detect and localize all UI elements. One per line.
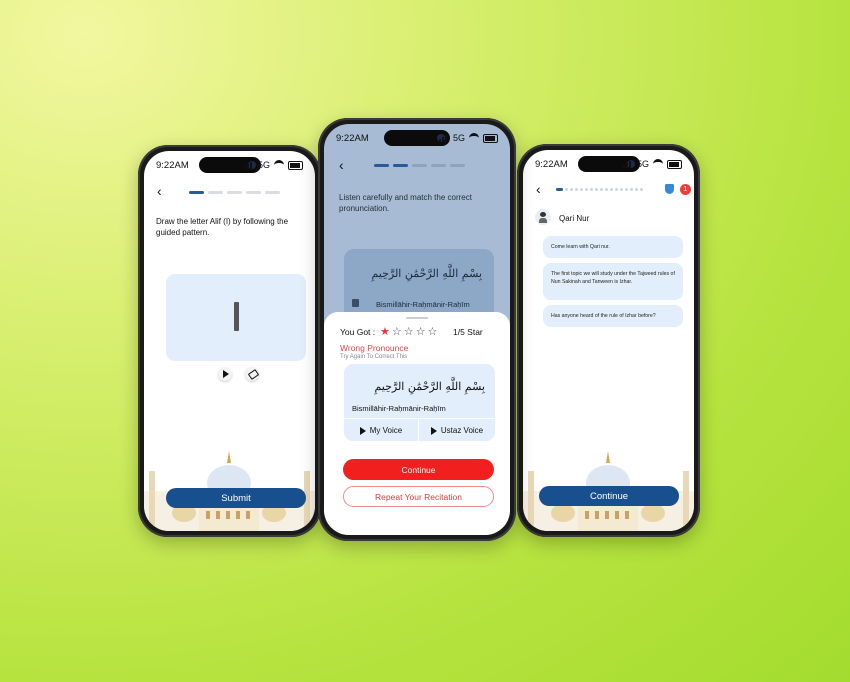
wifi-icon: [469, 133, 479, 143]
arabic-verse: بِسْمِ اللَّهِ الرَّحْمَٰنِ الرَّحِيمِ: [371, 267, 482, 280]
screen-pronunciation: 9:22AM 5G ‹ Listen carefully and match t…: [324, 124, 510, 535]
network-label: 5G: [636, 159, 649, 169]
status-bar: 9:22AM 5G: [523, 150, 694, 174]
network-label: 5G: [452, 133, 465, 143]
my-voice-button[interactable]: My Voice: [344, 418, 419, 441]
status-time: 9:22AM: [336, 133, 369, 144]
back-chevron-icon[interactable]: ‹: [536, 181, 541, 197]
play-icon: [359, 426, 366, 435]
submit-button[interactable]: Submit: [166, 488, 306, 508]
alif-guide-stroke: [234, 302, 239, 331]
battery-icon: [288, 160, 303, 170]
play-icon: [223, 370, 229, 378]
result-title: Wrong Pronounce: [340, 343, 409, 353]
play-button[interactable]: [218, 367, 232, 381]
screen-chat-lesson: 9:22AM 5G ‹ 1 Qari Nur Come learn with Q…: [523, 150, 694, 531]
rating-text: 1/5 Star: [453, 327, 483, 337]
my-voice-label: My Voice: [369, 426, 403, 435]
status-bar: 9:22AM 5G: [144, 151, 315, 175]
result-subtitle: Try Again To Correct This: [340, 354, 408, 360]
chat-message: The first topic we will study under the …: [543, 263, 683, 300]
instruction-text: Listen carefully and match the correct p…: [339, 193, 472, 213]
result-bottom-sheet: You Got : ★ ☆ ☆ ☆ ☆ 1/5 Star Wrong Prono…: [324, 312, 510, 535]
star-empty-icon: ☆: [391, 326, 402, 338]
lesson-dot-progress: [556, 188, 643, 191]
status-icons: 5G: [243, 160, 303, 170]
continue-button[interactable]: Continue: [343, 459, 494, 480]
transliteration: Bismillāhir-Raḥmānir-Raḥīm: [376, 300, 470, 309]
chat-message: Has anyone heard of the rule of Izhar be…: [543, 305, 683, 327]
shield-icon[interactable]: [665, 184, 674, 194]
star-filled-icon: ★: [380, 326, 390, 338]
back-chevron-icon[interactable]: ‹: [339, 157, 344, 173]
status-icons: 5G: [438, 133, 498, 143]
avatar: [535, 209, 551, 225]
wifi-icon: [274, 160, 284, 170]
notification-badge[interactable]: 1: [680, 184, 691, 195]
sheet-handle[interactable]: [406, 317, 428, 319]
mosque-illustration: [523, 451, 694, 531]
star-empty-icon: ☆: [415, 326, 426, 338]
star-empty-icon: ☆: [427, 326, 438, 338]
signal-icon: [243, 161, 254, 169]
lesson-progress: [374, 164, 465, 167]
ustaz-voice-button[interactable]: Ustaz Voice: [419, 418, 495, 441]
back-chevron-icon[interactable]: ‹: [157, 183, 162, 199]
phone-pronunciation: 9:22AM 5G ‹ Listen carefully and match t…: [318, 118, 516, 541]
eraser-icon: [247, 369, 260, 380]
phone-chat-lesson: 9:22AM 5G ‹ 1 Qari Nur Come learn with Q…: [517, 144, 700, 537]
mosque-illustration: [144, 451, 315, 531]
status-time: 9:22AM: [535, 159, 568, 170]
speaker-icon[interactable]: [352, 299, 359, 307]
ustaz-voice-label: Ustaz Voice: [440, 426, 484, 435]
status-time: 9:22AM: [156, 160, 189, 171]
arabic-verse: بِسْمِ اللَّهِ الرَّحْمَٰنِ الرَّحِيمِ: [374, 380, 485, 393]
chat-message: Come learn with Qari nur.: [543, 236, 683, 258]
teacher-name: Qari Nur: [559, 214, 590, 223]
battery-icon: [483, 133, 498, 143]
eraser-button[interactable]: [245, 367, 260, 381]
network-label: 5G: [257, 160, 270, 170]
signal-icon: [438, 134, 449, 142]
wifi-icon: [653, 159, 663, 169]
signal-icon: [622, 160, 633, 168]
play-icon: [430, 426, 437, 435]
you-got-label: You Got :: [340, 327, 376, 337]
repeat-recitation-button[interactable]: Repeat Your Recitation: [343, 486, 494, 507]
teacher-avatar-icon: [540, 212, 546, 217]
screen-draw-letter: 9:22AM 5G ‹ Draw the letter Alif (ا) by …: [144, 151, 315, 531]
drawing-canvas[interactable]: [166, 274, 306, 361]
status-bar: 9:22AM 5G: [324, 124, 510, 148]
status-icons: 5G: [622, 159, 682, 169]
transliteration: Bismillāhir-Raḥmānir-Raḥīm: [352, 404, 446, 413]
lesson-progress: [189, 191, 280, 194]
verse-card: بِسْمِ اللَّهِ الرَّحْمَٰنِ الرَّحِيمِ B…: [344, 364, 495, 441]
phone-draw-letter: 9:22AM 5G ‹ Draw the letter Alif (ا) by …: [138, 145, 321, 537]
star-empty-icon: ☆: [403, 326, 414, 338]
instruction-text: Draw the letter Alif (ا) by following th…: [156, 217, 289, 237]
battery-icon: [667, 159, 682, 169]
star-rating: ★ ☆ ☆ ☆ ☆: [380, 325, 437, 338]
continue-button[interactable]: Continue: [539, 486, 679, 506]
